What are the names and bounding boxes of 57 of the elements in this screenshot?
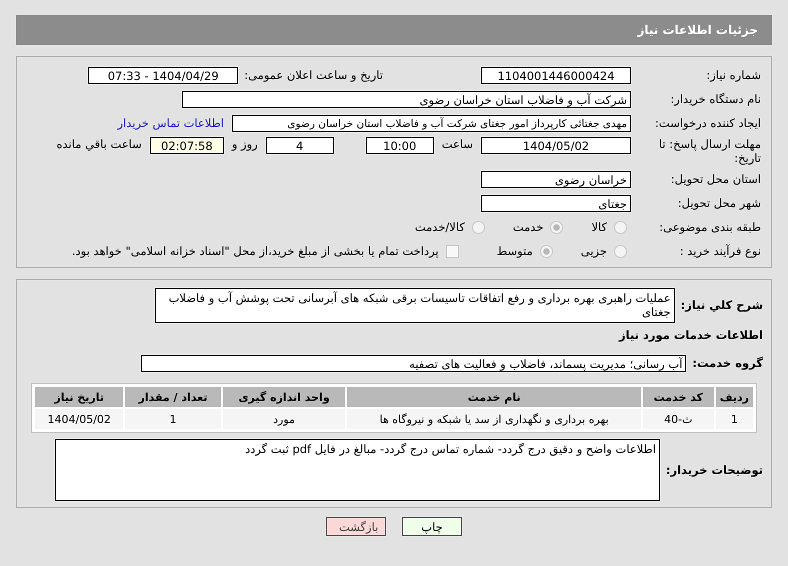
field-label: توضیحات خریدار: xyxy=(666,463,764,477)
radio-button[interactable] xyxy=(614,220,627,234)
days-label: روز و xyxy=(232,137,258,151)
service-group-field: آب رسانی؛ مدیریت پسماند، فاضلاب و فعالیت های تصفیه xyxy=(141,354,686,372)
column-header: تاریخ نیاز xyxy=(35,387,124,407)
buyer-notes-textarea[interactable]: اطلاعات واضح و دقیق درج گردد- شماره تماس درج گردد- مبالغ در فایل pdf ثبت گردد xyxy=(54,439,660,501)
field-label: طبقه بندی موضوعی: xyxy=(658,220,762,234)
days-field: 4 xyxy=(266,137,334,154)
announce-date-field: 1404/04/29 - 07:33 xyxy=(88,66,238,84)
deadline-time-field: 10:00 xyxy=(366,137,434,154)
table-cell: 1 xyxy=(716,409,753,429)
city-field: جغتای xyxy=(481,194,631,212)
buyer-contact-link[interactable]: اطلاعات تماس خریدار xyxy=(117,116,224,130)
description-textarea[interactable]: عملیات راهبری بهره برداری و رفع اتفاقات تاسیسات برقی شبکه های آبرسانی تحت پوشش آب و فاضلاب جغتای xyxy=(154,288,675,323)
field-label: گروه خدمت: xyxy=(692,356,764,370)
section-heading: اطلاعات خدمات مورد نیاز xyxy=(619,328,764,342)
radio-label: کالا xyxy=(591,220,607,234)
field-label: نام دستگاه خریدار: xyxy=(669,92,762,106)
radio-button[interactable] xyxy=(472,220,485,234)
radio-button[interactable] xyxy=(614,244,627,258)
field-label: مهلت ارسال پاسخ: تا تاریخ: xyxy=(658,137,762,165)
radio-button[interactable] xyxy=(540,244,553,258)
field-label: نوع فرآیند خرید : xyxy=(678,244,762,258)
creator-field: مهدی جغتائی کارپرداز امور جغتای شرکت آب و فاضلاب استان خراسان رضوی xyxy=(232,114,631,132)
column-header: تعداد / مقدار xyxy=(125,387,221,407)
remaining-time-field: 02:07:58 xyxy=(150,137,224,154)
column-header: ردیف xyxy=(716,387,753,407)
column-header: کد خدمت xyxy=(642,387,714,407)
column-header: نام خدمت xyxy=(347,387,641,407)
column-header: واحد اندازه گیری xyxy=(222,387,346,407)
need-number-field: 1104001446000424 xyxy=(481,66,631,84)
table-cell: مورد xyxy=(222,409,346,429)
field-label: ایجاد کننده درخواست: xyxy=(654,116,762,130)
radio-label: متوسط xyxy=(496,244,533,258)
radio-label: کالا/خدمت xyxy=(414,220,465,234)
deadline-date-field: 1404/05/02 xyxy=(481,137,631,154)
table-cell: ث-40 xyxy=(642,409,714,429)
field-label: استان محل تحویل: xyxy=(670,172,762,186)
remaining-label: ساعت باقي مانده xyxy=(56,137,142,151)
checkbox-label: پرداخت تمام یا بخشی از مبلغ خرید،از محل "اسناد خزانه اسلامی" خواهد بود. xyxy=(72,244,439,258)
field-label: شماره نیاز: xyxy=(705,68,762,82)
time-label: ساعت xyxy=(442,137,473,151)
province-field: خراسان رضوی xyxy=(481,170,631,188)
table-cell: 1 xyxy=(125,409,221,429)
header-title: جزئیات اطلاعات نیاز xyxy=(637,23,758,37)
field-label: تاریخ و ساعت اعلان عمومی: xyxy=(244,68,383,82)
field-label: شهر محل تحویل: xyxy=(676,196,762,210)
radio-button[interactable] xyxy=(550,220,564,234)
radio-label: جزیی xyxy=(580,244,607,258)
field-label: شرح کلي نياز: xyxy=(680,297,764,312)
buyer-org-field: شرکت آب و فاضلاب استان خراسان رضوی xyxy=(182,90,631,108)
action-button[interactable]: بازگشت xyxy=(326,517,386,536)
radio-label: خدمت xyxy=(512,220,544,234)
table-cell: 1404/05/02 xyxy=(35,409,124,429)
checkbox[interactable] xyxy=(446,244,459,258)
action-button[interactable]: چاپ xyxy=(402,517,462,536)
table-cell: بهره برداری و نگهداری از سد یا شبکه و نیروگاه ها xyxy=(347,409,641,429)
